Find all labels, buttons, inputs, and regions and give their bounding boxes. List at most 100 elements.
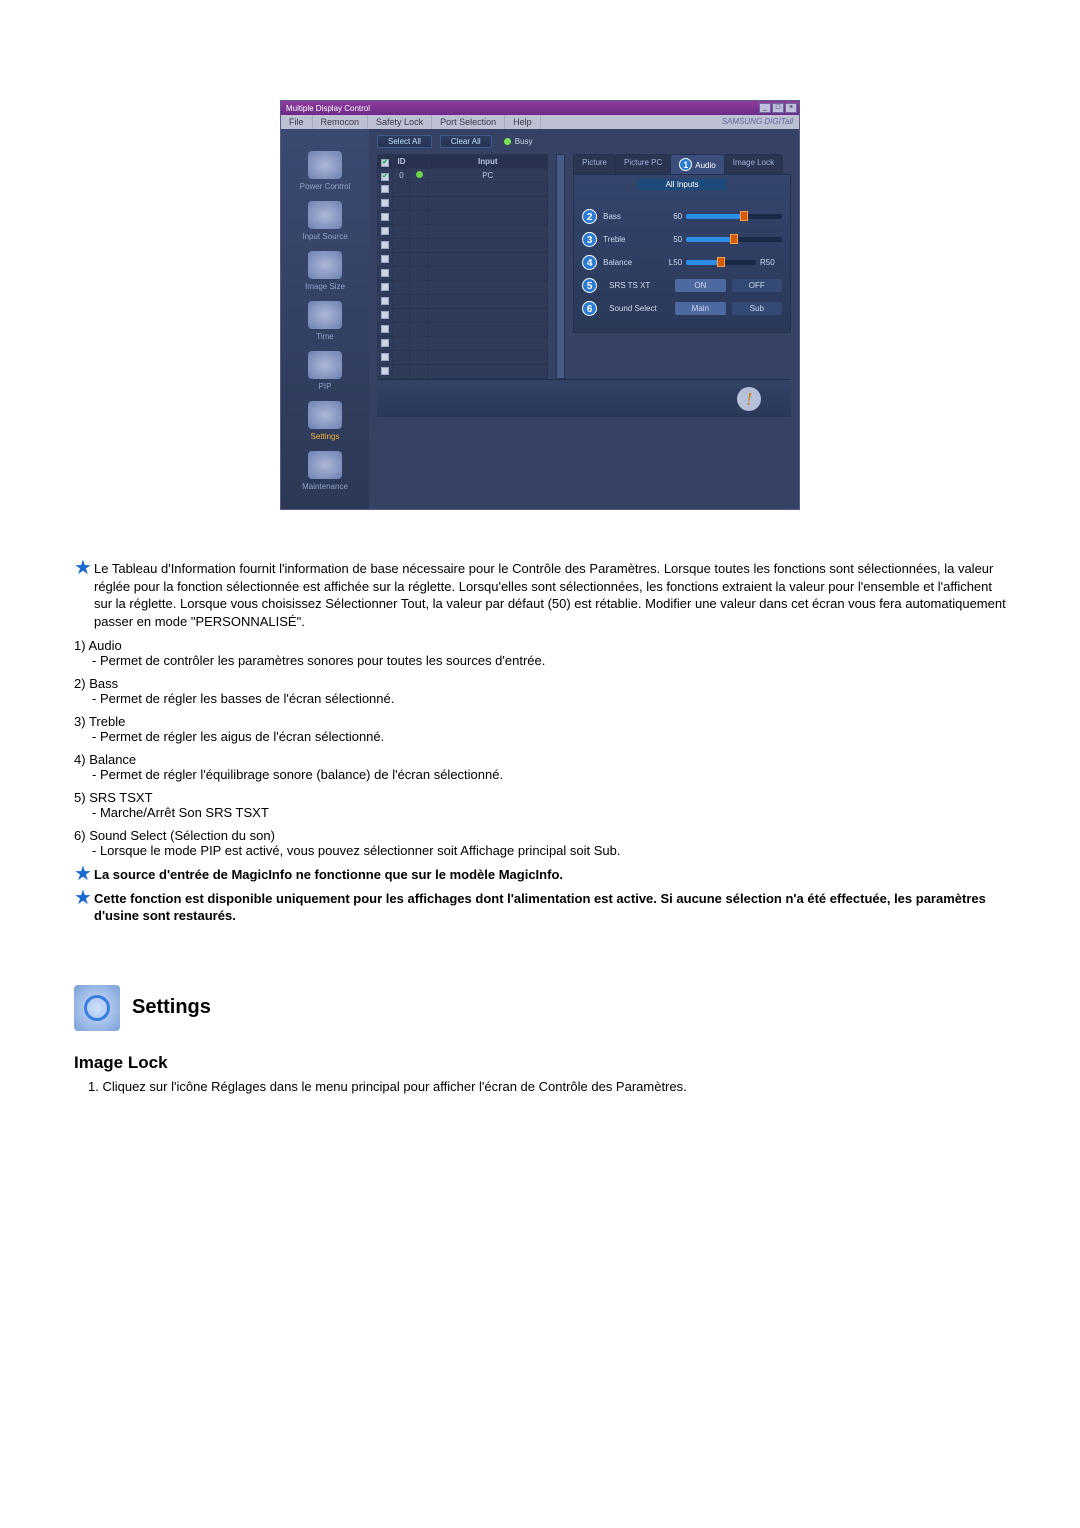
star-icon: ★ xyxy=(74,890,94,925)
minimize-icon[interactable]: _ xyxy=(759,103,771,113)
image-size-icon xyxy=(308,251,342,279)
srs-on-button[interactable]: ON xyxy=(675,279,725,292)
numbered-list: 1) Audio- Permet de contrôler les paramè… xyxy=(74,638,1012,858)
list-item: 6) Sound Select (Sélection du son)- Lors… xyxy=(74,828,1012,858)
table-row[interactable] xyxy=(378,197,548,211)
table-row[interactable] xyxy=(378,253,548,267)
srs-row: 5 SRS TS XT ON OFF xyxy=(582,278,782,293)
app-window: Multiple Display Control _ □ × File Remo… xyxy=(280,100,800,510)
table-row[interactable] xyxy=(378,267,548,281)
annotation-6: 6 xyxy=(582,301,597,316)
list-item: 3) Treble- Permet de régler les aigus de… xyxy=(74,714,1012,744)
table-row[interactable] xyxy=(378,211,548,225)
settings-heading-label: Settings xyxy=(132,996,211,1019)
annotation-2: 2 xyxy=(582,209,597,224)
table-row[interactable] xyxy=(378,365,548,379)
status-dot-icon xyxy=(416,171,423,178)
slider-thumb[interactable] xyxy=(740,211,748,221)
treble-slider-row: 3 Treble 50 xyxy=(582,232,782,247)
slider-thumb[interactable] xyxy=(717,257,725,267)
sidebar-item-maintenance[interactable]: Maintenance xyxy=(281,449,369,499)
table-row[interactable] xyxy=(378,225,548,239)
document-body: ★ Le Tableau d'Information fournit l'inf… xyxy=(68,560,1012,1094)
menu-file[interactable]: File xyxy=(281,115,313,129)
col-check[interactable] xyxy=(378,155,393,169)
note-text: La source d'entrée de MagicInfo ne fonct… xyxy=(94,866,1012,884)
star-icon: ★ xyxy=(74,866,94,884)
sidebar-item-settings[interactable]: Settings xyxy=(281,399,369,449)
annotation-1: 1 xyxy=(679,158,692,171)
annotation-4: 4 xyxy=(582,255,597,270)
brand-label: SAMSUNG DIGITall xyxy=(716,115,799,129)
info-table: ID Input 0 PC xyxy=(377,154,548,379)
table-row[interactable] xyxy=(378,337,548,351)
panel-heading: All Inputs xyxy=(638,179,727,190)
sidebar: Power Control Input Source Image Size Ti… xyxy=(281,129,369,509)
table-row[interactable] xyxy=(378,281,548,295)
col-id: ID xyxy=(393,155,411,169)
select-all-button[interactable]: Select All xyxy=(377,135,432,148)
tab-audio[interactable]: 1Audio xyxy=(670,154,724,174)
settings-heading-icon xyxy=(74,985,120,1031)
settings-icon xyxy=(308,401,342,429)
maintenance-icon xyxy=(308,451,342,479)
close-icon[interactable]: × xyxy=(785,103,797,113)
pip-icon xyxy=(308,351,342,379)
annotation-3: 3 xyxy=(582,232,597,247)
slider-thumb[interactable] xyxy=(730,234,738,244)
tab-image-lock[interactable]: Image Lock xyxy=(724,154,783,174)
sidebar-item-time[interactable]: Time xyxy=(281,299,369,349)
tab-picture[interactable]: Picture xyxy=(573,154,616,174)
col-status xyxy=(411,155,429,169)
maximize-icon[interactable]: □ xyxy=(772,103,784,113)
window-title: Multiple Display Control xyxy=(283,104,758,113)
sidebar-item-image-size[interactable]: Image Size xyxy=(281,249,369,299)
busy-indicator: Busy xyxy=(504,137,533,146)
table-row[interactable] xyxy=(378,183,548,197)
col-input: Input xyxy=(429,155,548,169)
balance-slider[interactable] xyxy=(686,260,756,265)
sound-main-button[interactable]: Main xyxy=(675,302,725,315)
row-checkbox[interactable] xyxy=(381,173,389,181)
bass-slider[interactable] xyxy=(686,214,782,219)
settings-panel: Picture Picture PC 1Audio Image Lock All… xyxy=(573,154,791,379)
list-item: 5) SRS TSXT- Marche/Arrêt Son SRS TSXT xyxy=(74,790,1012,820)
bass-slider-row: 2 Bass 60 xyxy=(582,209,782,224)
menubar: File Remocon Safety Lock Port Selection … xyxy=(281,115,799,129)
image-lock-heading: Image Lock xyxy=(74,1053,1012,1073)
list-item: 1) Audio- Permet de contrôler les paramè… xyxy=(74,638,1012,668)
annotation-5: 5 xyxy=(582,278,597,293)
power-icon xyxy=(308,151,342,179)
sidebar-item-power-control[interactable]: Power Control xyxy=(281,149,369,199)
table-row[interactable] xyxy=(378,323,548,337)
info-icon[interactable]: ! xyxy=(737,387,761,411)
sidebar-item-input-source[interactable]: Input Source xyxy=(281,199,369,249)
menu-remocon[interactable]: Remocon xyxy=(313,115,369,129)
clear-all-button[interactable]: Clear All xyxy=(440,135,492,148)
srs-off-button[interactable]: OFF xyxy=(732,279,782,292)
scrollbar[interactable] xyxy=(556,154,566,379)
note-text: Le Tableau d'Information fournit l'infor… xyxy=(94,560,1012,630)
table-row[interactable] xyxy=(378,295,548,309)
busy-dot-icon xyxy=(504,138,511,145)
sound-select-row: 6 Sound Select Main Sub xyxy=(582,301,782,316)
treble-slider[interactable] xyxy=(686,237,782,242)
table-row[interactable] xyxy=(378,309,548,323)
list-item: 4) Balance- Permet de régler l'équilibra… xyxy=(74,752,1012,782)
table-row[interactable] xyxy=(378,239,548,253)
star-icon: ★ xyxy=(74,560,94,630)
menu-help[interactable]: Help xyxy=(505,115,541,129)
sidebar-item-pip[interactable]: PIP xyxy=(281,349,369,399)
time-icon xyxy=(308,301,342,329)
list-item: 2) Bass- Permet de régler les basses de … xyxy=(74,676,1012,706)
table-row[interactable] xyxy=(378,351,548,365)
menu-safety-lock[interactable]: Safety Lock xyxy=(368,115,432,129)
settings-heading: Settings xyxy=(74,985,1012,1031)
table-row[interactable]: 0 PC xyxy=(378,169,548,183)
sound-sub-button[interactable]: Sub xyxy=(732,302,782,315)
step-text: 1. Cliquez sur l'icône Réglages dans le … xyxy=(74,1079,1012,1094)
menu-port-selection[interactable]: Port Selection xyxy=(432,115,505,129)
statusbar: ! xyxy=(377,379,791,417)
tab-picture-pc[interactable]: Picture PC xyxy=(615,154,671,174)
balance-slider-row: 4 Balance L50 R50 xyxy=(582,255,782,270)
